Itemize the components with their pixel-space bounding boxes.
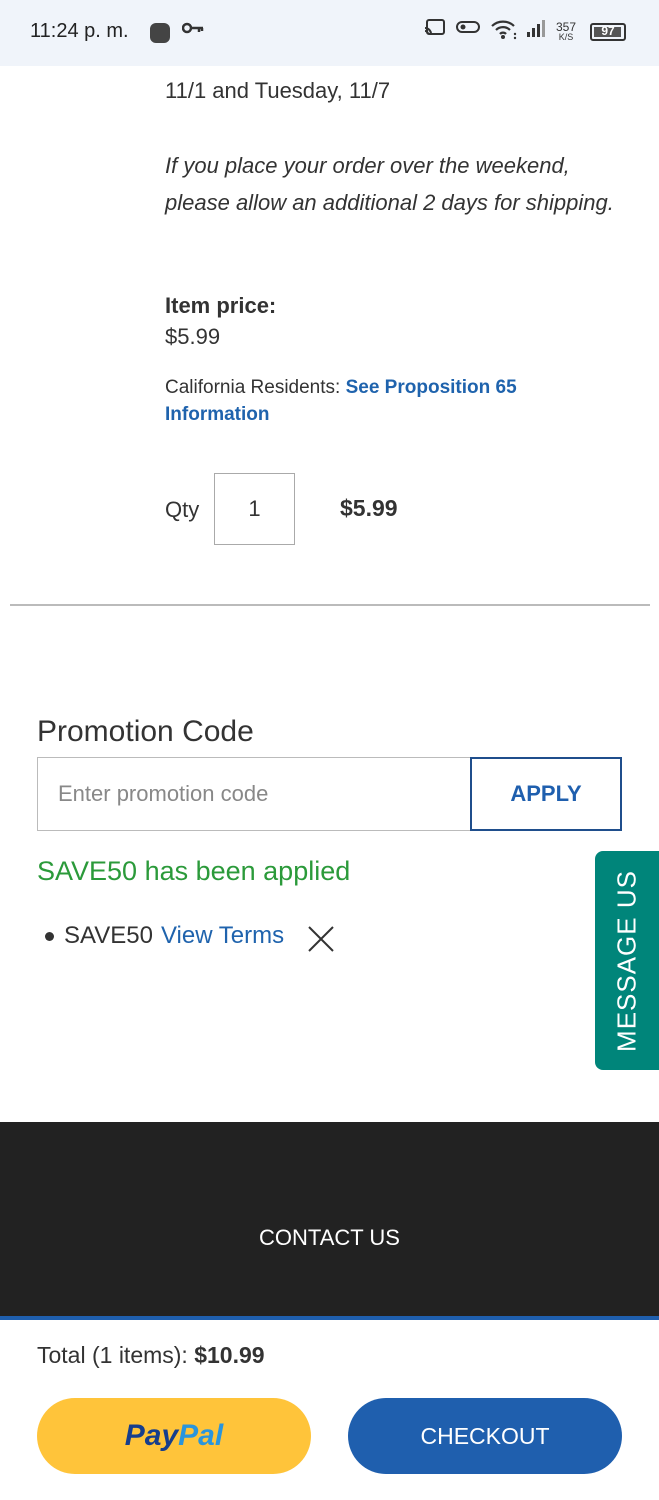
total-label: Total (1 items): bbox=[37, 1342, 195, 1368]
key-icon bbox=[181, 18, 204, 41]
signal-icon bbox=[526, 18, 548, 44]
applied-code: SAVE50 bbox=[64, 922, 153, 949]
vpn-key-icon bbox=[456, 18, 480, 41]
status-bar: 11:24 p. m. 357 K/S 97 bbox=[0, 0, 659, 66]
cast-icon bbox=[424, 18, 446, 42]
section-divider bbox=[10, 604, 650, 606]
cart-total: Total (1 items): $10.99 bbox=[37, 1342, 265, 1369]
wifi-icon bbox=[490, 18, 518, 46]
cart-summary-bar: Total (1 items): $10.99 PayPal CHECKOUT bbox=[0, 1320, 659, 1500]
prop65-notice: California Residents: See Proposition 65… bbox=[165, 374, 605, 428]
speed-value: 357 bbox=[556, 20, 577, 34]
weekend-shipping-note: If you place your order over the weekend… bbox=[165, 153, 614, 215]
network-speed: 357 K/S bbox=[556, 20, 577, 42]
total-value: $10.99 bbox=[194, 1342, 265, 1368]
message-us-label: MESSAGE US bbox=[611, 869, 642, 1052]
message-us-button[interactable]: MESSAGE US bbox=[595, 851, 659, 1070]
line-total: $5.99 bbox=[340, 495, 398, 521]
paypal-logo-pay: Pay bbox=[124, 1419, 179, 1452]
quantity-input[interactable]: 1 bbox=[214, 473, 295, 545]
prop65-prefix: California Residents: bbox=[165, 377, 346, 398]
applied-promotion-item: SAVE50 View Terms bbox=[45, 922, 284, 950]
promotion-success-message: SAVE50 has been applied bbox=[37, 856, 351, 886]
delivery-dates: 11/1 and Tuesday, 11/7 bbox=[165, 78, 391, 103]
paypal-logo-pal: Pal bbox=[178, 1419, 224, 1452]
battery-level: 97 bbox=[601, 24, 615, 38]
view-terms-link[interactable]: View Terms bbox=[161, 922, 284, 950]
status-time: 11:24 p. m. bbox=[30, 20, 129, 42]
bullet-icon bbox=[45, 931, 54, 941]
item-price: $5.99 bbox=[165, 324, 221, 349]
checkout-button[interactable]: CHECKOUT bbox=[348, 1398, 622, 1474]
footer: CONTACT US bbox=[0, 1122, 659, 1318]
notification-dot-icon bbox=[150, 23, 170, 43]
paypal-button[interactable]: PayPal bbox=[37, 1398, 311, 1474]
speed-unit: K/S bbox=[558, 32, 574, 42]
qty-label: Qty bbox=[165, 497, 200, 522]
battery-icon: 97 bbox=[590, 23, 626, 41]
item-price-label: Item price: bbox=[165, 293, 277, 318]
promotion-code-input[interactable] bbox=[37, 757, 471, 831]
contact-us-link[interactable]: CONTACT US bbox=[0, 1225, 659, 1251]
promotion-heading: Promotion Code bbox=[37, 715, 254, 748]
apply-button[interactable]: APPLY bbox=[470, 757, 622, 831]
remove-promotion-close-icon[interactable] bbox=[306, 924, 336, 954]
